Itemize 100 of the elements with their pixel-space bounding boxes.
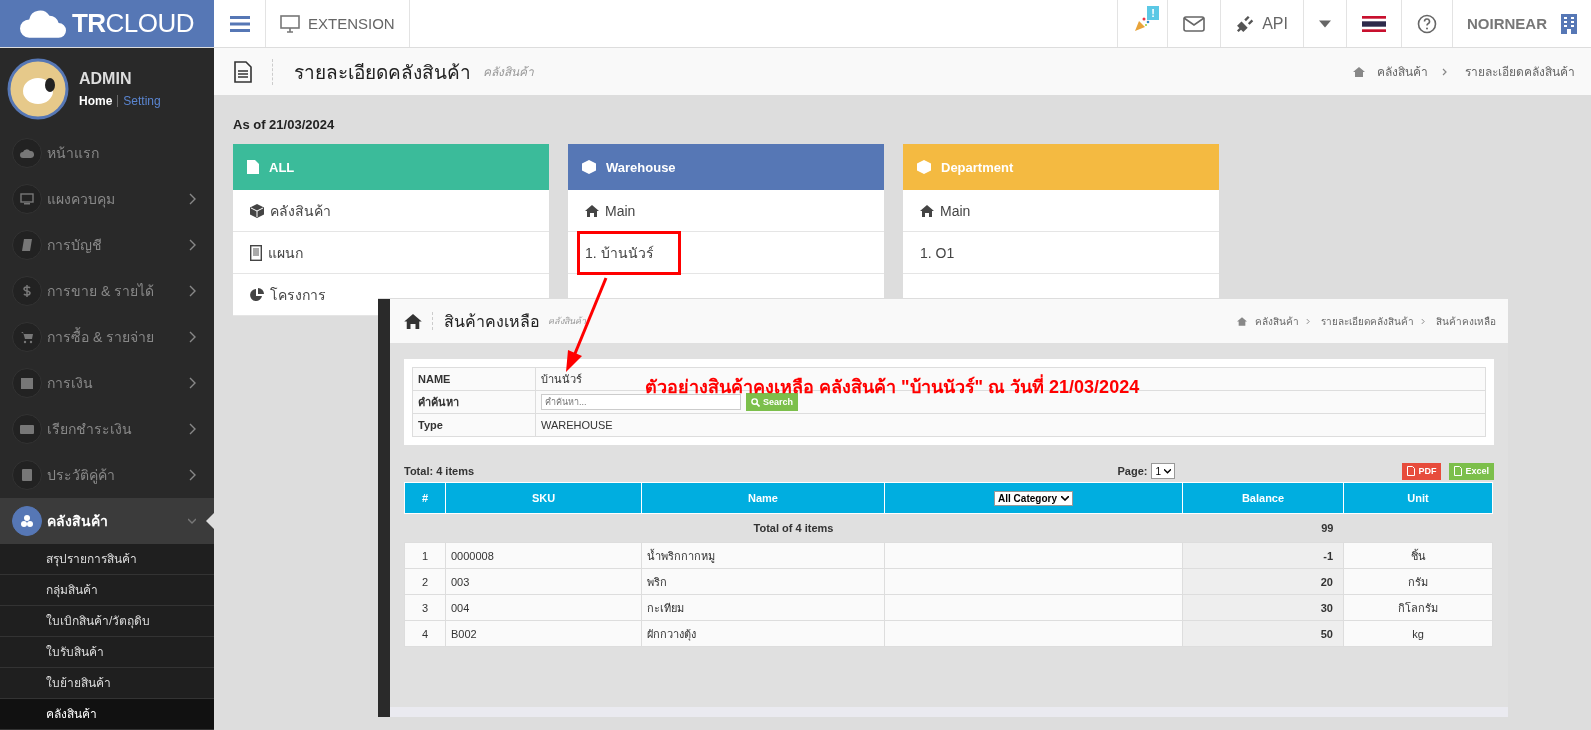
boxes-icon <box>12 506 42 536</box>
sidebar-item[interactable]: การซื้อ & รายจ่าย <box>0 314 214 360</box>
page-subtitle: คลังสินค้า <box>548 315 586 328</box>
table-cell: 30 <box>1182 594 1344 621</box>
flag-icon <box>1362 15 1386 32</box>
card-title: Warehouse <box>606 159 676 175</box>
breadcrumb-link[interactable]: สินค้าคงเหลือ <box>1436 313 1496 329</box>
table-cell: kg <box>1343 620 1493 647</box>
chevron-right-icon <box>1442 67 1447 76</box>
chevron-right-icon <box>188 423 196 435</box>
card-list-item[interactable]: คลังสินค้า <box>242 190 339 231</box>
help-icon <box>1417 13 1437 34</box>
plug-icon <box>1236 13 1255 34</box>
chevron-right-icon <box>188 331 196 343</box>
column-header: Name <box>641 482 885 514</box>
table-cell: ชิ้น <box>1343 542 1493 569</box>
cloud-logo-icon <box>19 9 66 38</box>
breadcrumb-link[interactable]: คลังสินค้า <box>1377 62 1428 81</box>
home-icon <box>1353 66 1365 77</box>
avatar <box>7 58 69 120</box>
home-icon <box>404 313 422 329</box>
card-list-item[interactable]: Main <box>912 193 979 228</box>
home-icon <box>1237 316 1247 326</box>
chevron-down-icon <box>1060 495 1069 501</box>
table-cell: 50 <box>1182 620 1344 647</box>
notification-badge: ! <box>1147 6 1159 20</box>
info-label: คำค้นหา <box>412 390 536 414</box>
column-header: # <box>404 482 446 514</box>
table-cell: 2 <box>404 568 446 595</box>
profile-link[interactable]: Home <box>79 94 113 108</box>
box-icon <box>582 160 596 174</box>
table-cell: 20 <box>1182 568 1344 595</box>
as-of-date: As of 21/03/2024 <box>233 117 336 132</box>
box-icon <box>917 160 931 174</box>
sidebar-item[interactable]: การขาย & รายได้ <box>0 268 214 314</box>
table-cell: 1 <box>404 542 446 569</box>
sidebar-subitem[interactable]: สรุปรายการสินค้า <box>0 544 214 575</box>
caret-icon <box>1319 19 1331 28</box>
page-title: สินค้าคงเหลือ <box>444 311 540 332</box>
cart-icon <box>12 322 42 352</box>
sidebar-item[interactable]: ประวัติคู่ค้า <box>0 452 214 498</box>
breadcrumb-link[interactable]: รายละเอียดคลังสินค้า <box>1321 313 1414 329</box>
monitor-icon <box>280 14 300 33</box>
total-count: Total: 4 items <box>404 465 475 477</box>
page-select[interactable]: 1 <box>1151 463 1176 479</box>
chevron-right-icon <box>188 193 196 205</box>
table-cell: น้ำพริกกากหมู <box>641 542 885 569</box>
profile-link[interactable]: Setting <box>123 94 161 108</box>
table-cell: 99 <box>1182 513 1344 543</box>
chevron-right-icon <box>188 285 196 297</box>
link-divider <box>117 95 119 107</box>
card-list-item[interactable]: Main <box>577 193 644 228</box>
document-icon <box>234 60 252 83</box>
breadcrumb-link[interactable]: รายละเอียดคลังสินค้า <box>1465 62 1575 81</box>
sidebar-item[interactable]: เรียกชำระเงิน <box>0 406 214 452</box>
sidebar-item[interactable]: คลังสินค้า <box>0 498 214 544</box>
sidebar-item[interactable]: หน้าแรก <box>0 130 214 176</box>
card-list-item[interactable]: 1. O1 <box>912 235 963 270</box>
home-icon <box>585 204 599 217</box>
building-icon <box>1561 13 1577 34</box>
sidebar-subitem[interactable]: ใบรับสินค้า <box>0 637 214 668</box>
book-icon <box>12 230 42 260</box>
extension-button[interactable]: EXTENSION <box>265 0 410 47</box>
table-cell: B002 <box>445 620 642 647</box>
summary-label: Total of 4 items <box>753 522 834 534</box>
card-title: Department <box>941 159 1014 175</box>
tablet-icon <box>250 244 262 261</box>
chevron-right-icon <box>1306 317 1310 325</box>
document-icon <box>247 160 259 174</box>
column-header: Balance <box>1182 482 1344 514</box>
sidebar-item[interactable]: การบัญชี <box>0 222 214 268</box>
sidebar-subitem[interactable]: ใบย้ายสินค้า <box>0 668 214 699</box>
card-list-item[interactable]: แผนก <box>242 232 311 273</box>
logo-text: TRCLOUD <box>71 8 195 39</box>
info-value: WAREHOUSE <box>535 413 1486 437</box>
sidebar-item[interactable]: แผงควบคุม <box>0 176 214 222</box>
search-icon <box>751 397 760 407</box>
category-select[interactable]: All Category <box>994 490 1073 506</box>
info-label: NAME <box>412 367 536 391</box>
table-cell: พริก <box>641 568 885 595</box>
menu-icon <box>229 15 250 32</box>
table-cell: ผักกวางตุ้ง <box>641 620 885 647</box>
chevron-right-icon <box>188 239 196 251</box>
page-title: รายละเอียดคลังสินค้า <box>294 60 471 85</box>
chevron-right-icon <box>188 469 196 481</box>
table-cell: -1 <box>1182 542 1344 569</box>
table-cell: 3 <box>404 594 446 621</box>
page-label: Page: <box>1117 465 1148 477</box>
mail-icon <box>1183 15 1205 32</box>
table-cell: กะเทียม <box>641 594 885 621</box>
breadcrumb-link[interactable]: คลังสินค้า <box>1255 313 1299 329</box>
sidebar-subitem[interactable]: ใบเบิกสินค้า/วัตถุดิบ <box>0 606 214 637</box>
sidebar-subitem[interactable]: กลุ่มสินค้า <box>0 575 214 606</box>
card-list-item[interactable]: โครงการ <box>242 274 334 315</box>
search-field[interactable]: คำค้นหา... <box>541 394 741 410</box>
card-title: ALL <box>269 159 295 175</box>
pdf-button[interactable]: PDF <box>1402 462 1442 480</box>
sidebar-subitem[interactable]: คลังสินค้า <box>0 699 214 730</box>
card-list-item[interactable]: 1. บ้านนัวร์ <box>577 230 681 275</box>
sidebar-item[interactable]: การเงิน <box>0 360 214 406</box>
